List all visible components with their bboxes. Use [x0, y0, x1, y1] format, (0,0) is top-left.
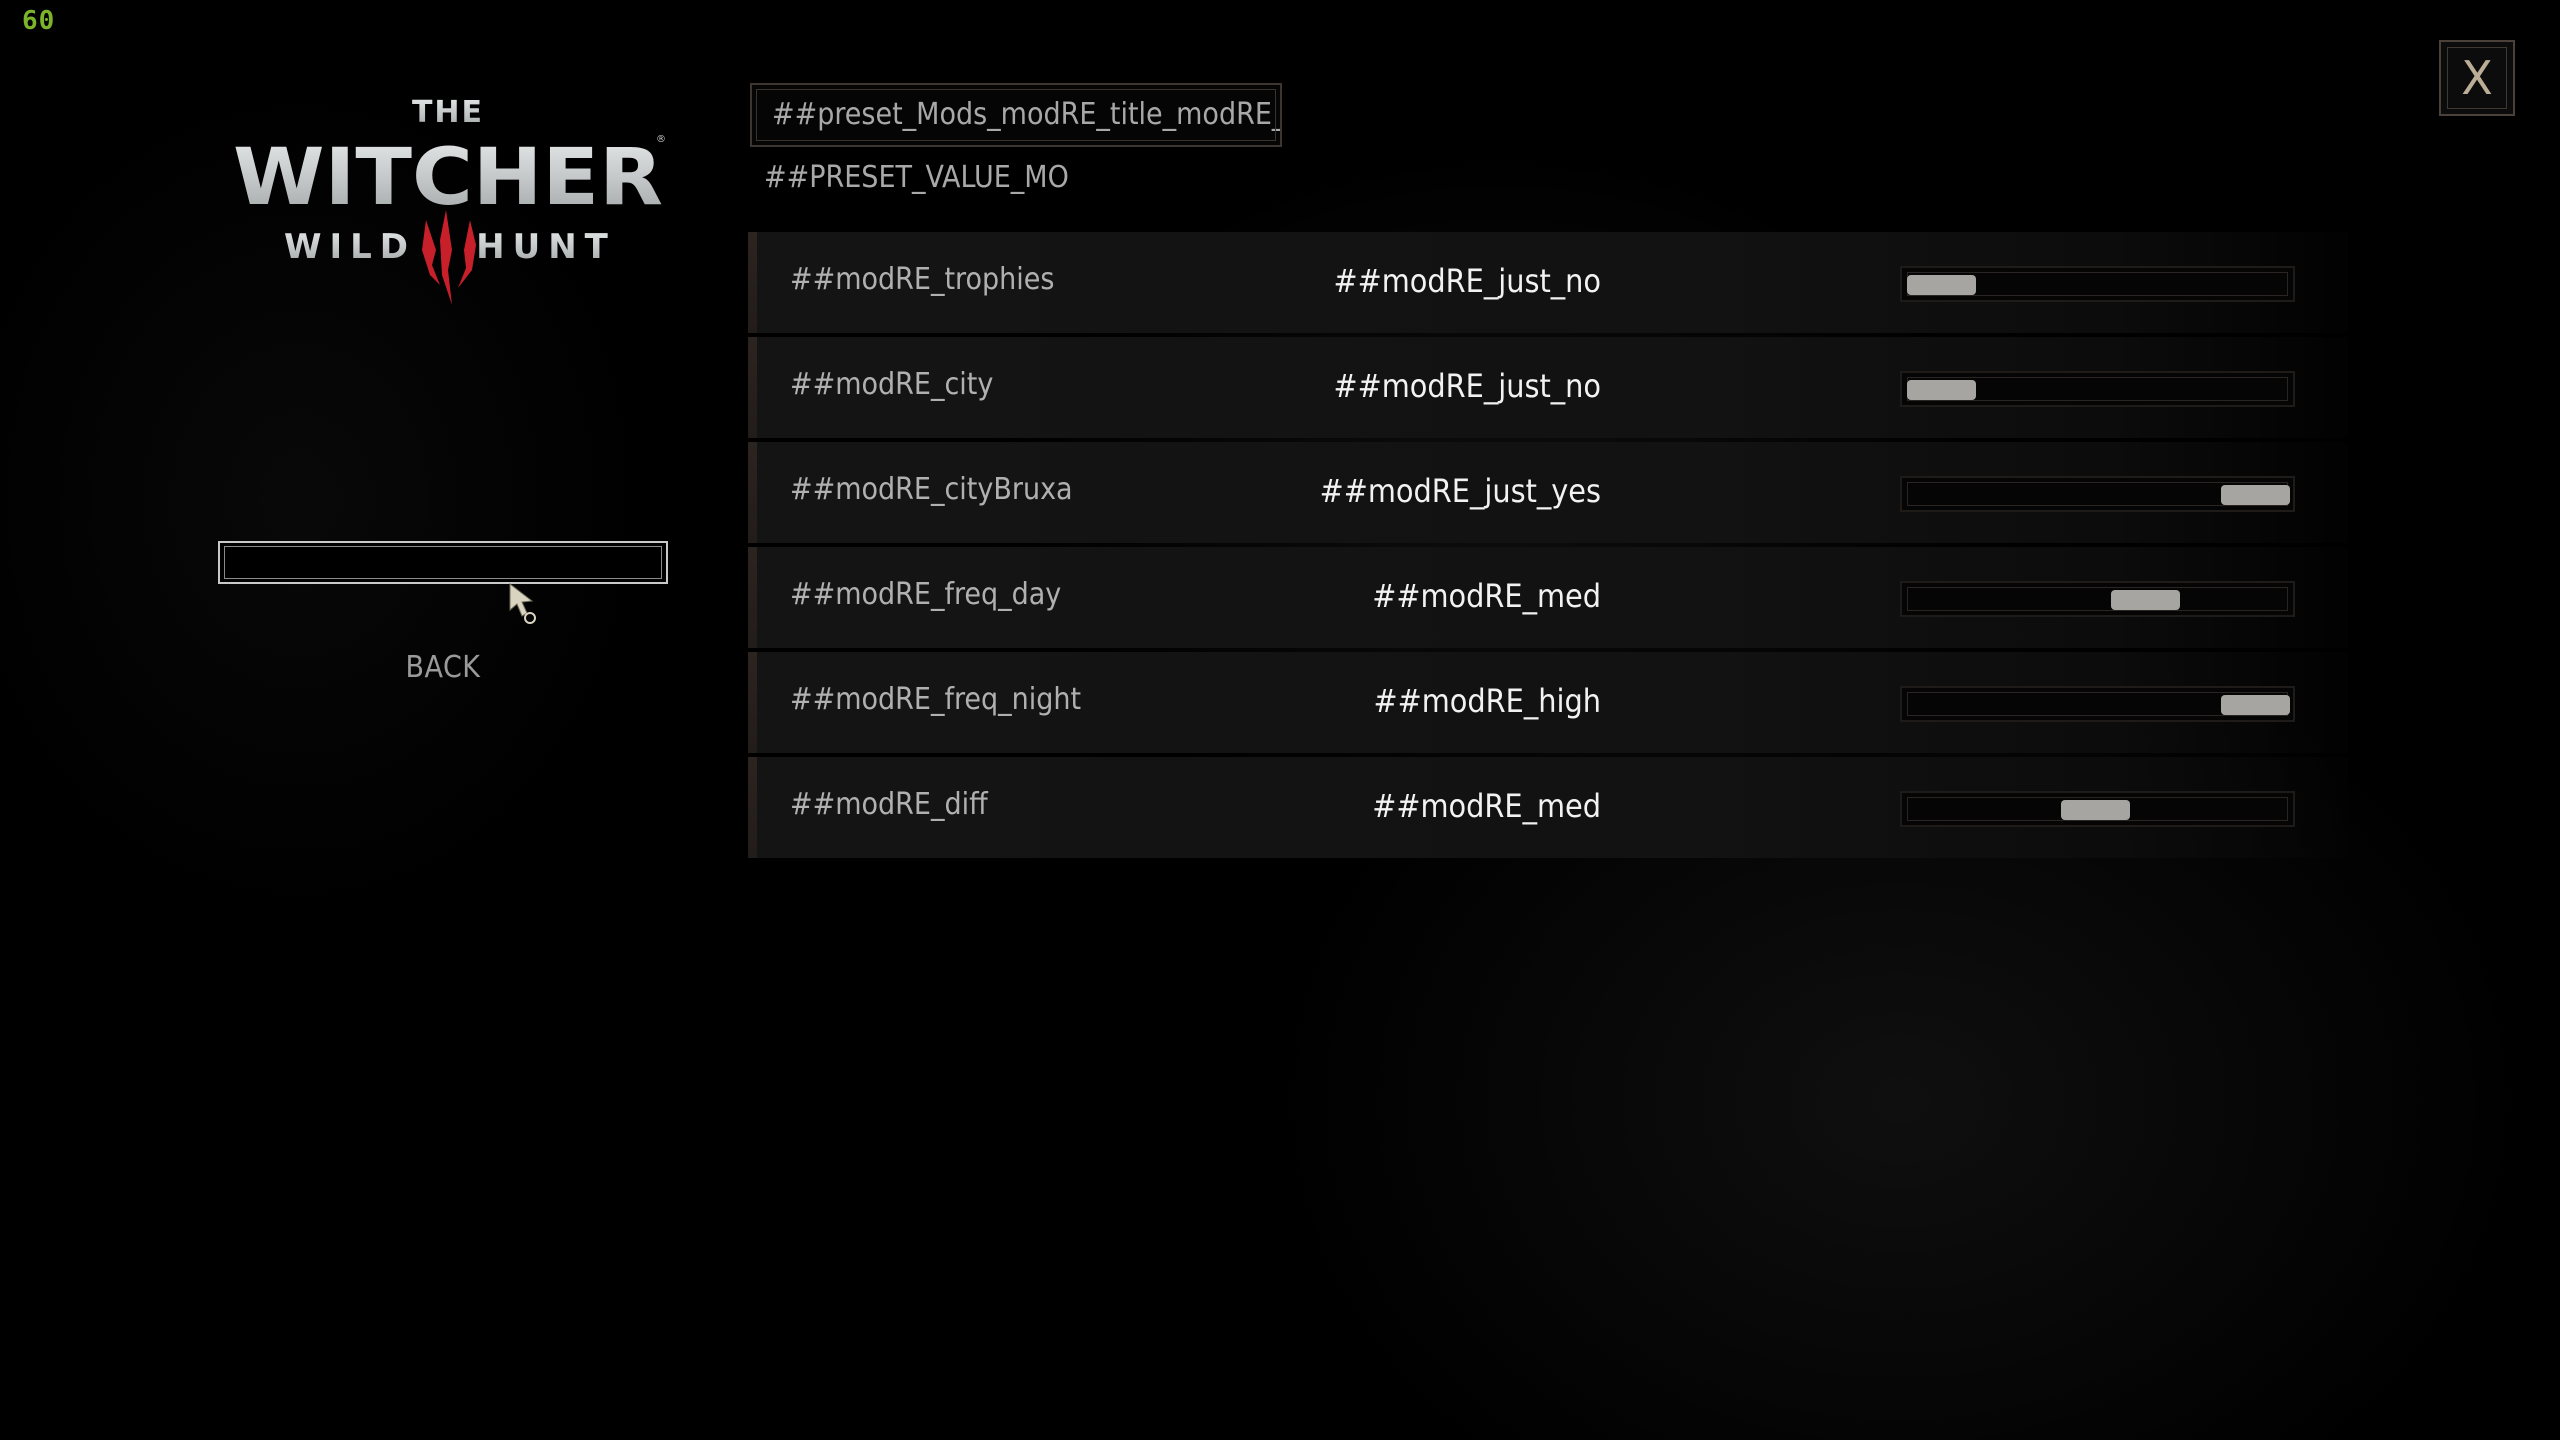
- close-icon: X: [2461, 51, 2493, 105]
- option-row-trophies[interactable]: ##modRE_trophies ##modRE_just_no: [748, 232, 2348, 333]
- slider-thumb[interactable]: [1907, 380, 1976, 400]
- option-label: ##modRE_trophies: [790, 262, 1055, 297]
- option-value: ##modRE_high: [1373, 682, 1601, 720]
- slider-thumb[interactable]: [2221, 485, 2290, 505]
- option-row-freq-day[interactable]: ##modRE_freq_day ##modRE_med: [748, 547, 2348, 648]
- back-button[interactable]: BACK: [343, 650, 543, 685]
- option-value: ##modRE_just_yes: [1319, 472, 1601, 510]
- fps-counter: 60: [22, 6, 56, 36]
- preset-value-label: ##PRESET_VALUE_MO: [764, 160, 1069, 195]
- option-label: ##modRE_freq_day: [790, 577, 1062, 612]
- close-button[interactable]: X: [2439, 40, 2515, 116]
- option-value: ##modRE_med: [1372, 577, 1601, 615]
- logo-witcher: WITCHER: [233, 133, 663, 223]
- slider-thumb[interactable]: [2111, 590, 2181, 610]
- option-row-freq-night[interactable]: ##modRE_freq_night ##modRE_high: [748, 652, 2348, 753]
- option-slider[interactable]: [1900, 791, 2295, 827]
- option-label: ##modRE_city: [790, 367, 994, 402]
- menu-item-selected[interactable]: [218, 541, 668, 584]
- slider-thumb[interactable]: [1907, 275, 1976, 295]
- logo-hunt: HUNT: [476, 227, 616, 267]
- option-value: ##modRE_med: [1372, 787, 1601, 825]
- logo-wild: WILD: [284, 227, 416, 267]
- option-row-city[interactable]: ##modRE_city ##modRE_just_no: [748, 337, 2348, 438]
- preset-title-text: ##preset_Mods_modRE_title_modRE_main: [772, 97, 1280, 132]
- option-row-diff[interactable]: ##modRE_diff ##modRE_med: [748, 757, 2348, 858]
- slider-thumb[interactable]: [2060, 800, 2130, 820]
- option-label: ##modRE_diff: [790, 787, 988, 822]
- slider-thumb[interactable]: [2221, 695, 2290, 715]
- option-slider[interactable]: [1900, 476, 2295, 512]
- option-slider[interactable]: [1900, 581, 2295, 617]
- option-label: ##modRE_freq_night: [790, 682, 1082, 717]
- option-slider[interactable]: [1900, 371, 2295, 407]
- option-slider[interactable]: [1900, 266, 2295, 302]
- svg-text:®: ®: [656, 134, 666, 145]
- option-slider[interactable]: [1900, 686, 2295, 722]
- option-row-city-bruxa[interactable]: ##modRE_cityBruxa ##modRE_just_yes: [748, 442, 2348, 543]
- option-value: ##modRE_just_no: [1333, 367, 1601, 405]
- mouse-cursor-icon: [509, 582, 536, 624]
- logo-the: THE: [412, 95, 484, 130]
- option-label: ##modRE_cityBruxa: [790, 472, 1073, 507]
- option-value: ##modRE_just_no: [1333, 262, 1601, 300]
- preset-title-box: ##preset_Mods_modRE_title_modRE_main: [750, 83, 1282, 147]
- options-list: ##modRE_trophies ##modRE_just_no ##modRE…: [748, 232, 2348, 862]
- claw-marks-icon: [422, 210, 476, 305]
- witcher-logo: THE WITCHER WILD HUNT ®: [226, 90, 670, 315]
